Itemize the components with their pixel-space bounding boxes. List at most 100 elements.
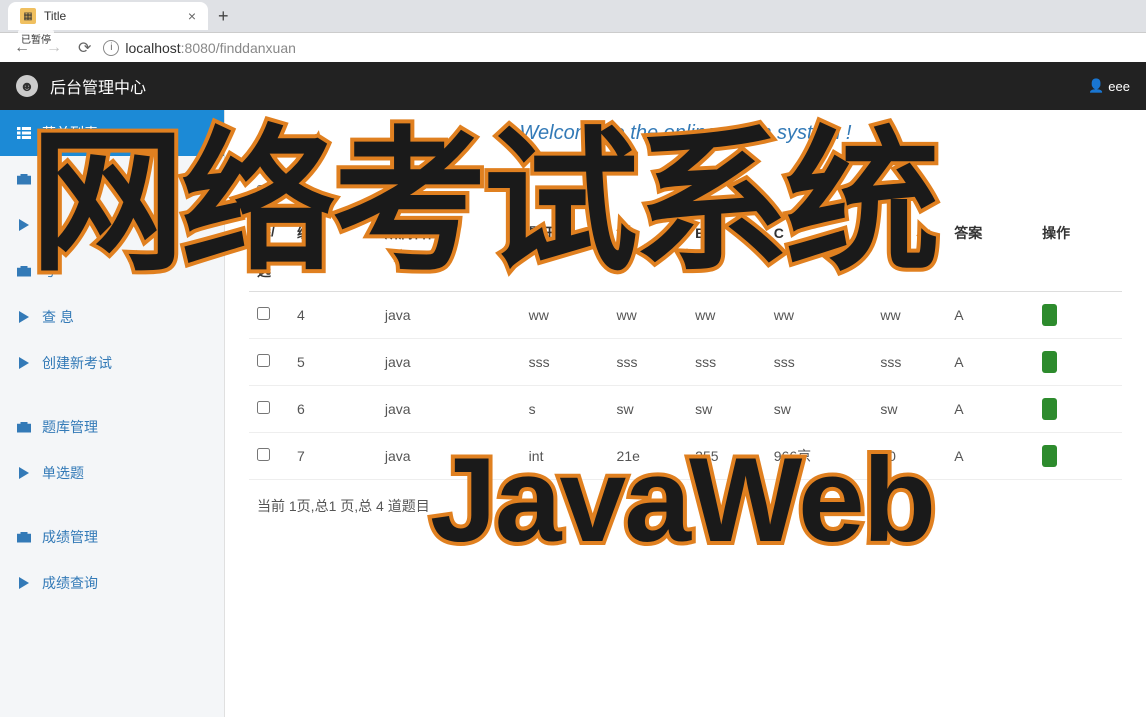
- question-table: 全选/反选 编号 所属科目 题干 A B C 答案 操作 4 java ww w…: [249, 175, 1122, 480]
- cell-id: 6: [289, 386, 377, 433]
- play-icon: [16, 577, 32, 589]
- browser-tab[interactable]: ▦ Title ×: [8, 2, 208, 30]
- cell-subject: java: [377, 386, 521, 433]
- sidebar-item-6[interactable]: 题库管理: [0, 404, 224, 450]
- sidebar-item-label: 题库管理: [42, 417, 98, 437]
- cell-answer: A: [946, 292, 1034, 339]
- welcome-text: Welcome to the online exam system !: [249, 122, 1122, 145]
- row-action-button[interactable]: [1042, 304, 1057, 326]
- row-checkbox[interactable]: [257, 401, 270, 414]
- sidebar-item-9[interactable]: 成绩查询: [0, 560, 224, 606]
- row-action-button[interactable]: [1042, 398, 1057, 420]
- reload-button[interactable]: ⟳: [74, 36, 95, 60]
- table-row: 4 java ww ww ww ww ww A: [249, 292, 1122, 339]
- username: eee: [1108, 79, 1130, 94]
- col-d: [872, 175, 946, 292]
- row-checkbox[interactable]: [257, 354, 270, 367]
- cell-a: 21e: [609, 433, 688, 480]
- cell-d: sss: [872, 339, 946, 386]
- sidebar-item-7[interactable]: 单选题: [0, 450, 224, 496]
- col-b: B: [687, 175, 766, 292]
- sidebar-item-label: 菜单列表: [42, 123, 98, 143]
- url-path: /finddanxuan: [216, 40, 296, 56]
- globe-icon: ☻: [16, 75, 38, 97]
- cell-subject: java: [377, 339, 521, 386]
- cell-id: 4: [289, 292, 377, 339]
- sidebar-item-label: 学: [42, 215, 56, 235]
- col-subject: 所属科目: [377, 175, 521, 292]
- browser-chrome: ▦ Title × + 已暂停 ← → ⟳ i localhost:8080/f…: [0, 0, 1146, 62]
- close-tab-icon[interactable]: ×: [188, 8, 196, 24]
- address-bar: ← → ⟳ i localhost:8080/finddanxuan: [0, 32, 1146, 62]
- url-input[interactable]: i localhost:8080/finddanxuan: [103, 40, 1136, 56]
- cell-id: 7: [289, 433, 377, 480]
- sidebar-item-label: 成绩查询: [42, 573, 98, 593]
- tab-title: Title: [44, 9, 66, 23]
- sidebar-item-label: 考: [42, 261, 56, 281]
- cell-stem: ww: [521, 292, 609, 339]
- cell-a: ww: [609, 292, 688, 339]
- col-id: 编号: [289, 175, 377, 292]
- row-checkbox[interactable]: [257, 307, 270, 320]
- briefcase-icon: [16, 266, 32, 277]
- sidebar-item-label: 创建新考试: [42, 353, 112, 373]
- cell-stem: sss: [521, 339, 609, 386]
- table-row: 6 java s sw sw sw sw A: [249, 386, 1122, 433]
- cell-b: 255: [687, 433, 766, 480]
- sidebar-item-label: 查 息: [42, 307, 74, 327]
- briefcase-icon: [16, 532, 32, 543]
- cell-subject: java: [377, 433, 521, 480]
- cell-a: sss: [609, 339, 688, 386]
- cell-answer: A: [946, 339, 1034, 386]
- briefcase-icon: [16, 422, 32, 433]
- cell-b: sw: [687, 386, 766, 433]
- cell-answer: A: [946, 386, 1034, 433]
- sidebar-item-8[interactable]: 成绩管理: [0, 514, 224, 560]
- favicon-icon: ▦: [20, 8, 36, 24]
- sidebar-item-2[interactable]: 学: [0, 202, 224, 248]
- play-icon: [16, 311, 32, 323]
- briefcase-icon: [16, 174, 32, 185]
- main-content: Welcome to the online exam system ! 全选/反…: [225, 110, 1146, 717]
- site-info-icon[interactable]: i: [103, 40, 119, 56]
- url-host: localhost: [125, 40, 180, 56]
- col-c: C: [766, 175, 873, 292]
- row-action-button[interactable]: [1042, 351, 1057, 373]
- sidebar-item-label: 成绩管理: [42, 527, 98, 547]
- sidebar-item-3[interactable]: 考: [0, 248, 224, 294]
- row-action-button[interactable]: [1042, 445, 1057, 467]
- cell-d: 10: [872, 433, 946, 480]
- col-a: A: [609, 175, 688, 292]
- play-icon: [16, 467, 32, 479]
- sidebar: 菜单列表系学考查 息创建新考试题库管理单选题成绩管理成绩查询: [0, 110, 225, 717]
- user-menu[interactable]: 👤 eee: [1088, 78, 1130, 94]
- cell-stem: s: [521, 386, 609, 433]
- cell-b: sss: [687, 339, 766, 386]
- sidebar-item-0[interactable]: 菜单列表: [0, 110, 224, 156]
- cell-id: 5: [289, 339, 377, 386]
- list-icon: [16, 127, 32, 139]
- cell-b: ww: [687, 292, 766, 339]
- select-all-checkbox[interactable]: [257, 185, 270, 198]
- url-port: :8080: [181, 40, 216, 56]
- new-tab-icon[interactable]: +: [208, 2, 239, 31]
- col-checkbox: 全选/反选: [249, 175, 289, 292]
- cell-c: ww: [766, 292, 873, 339]
- app-header: ☻ 后台管理中心 👤 eee: [0, 62, 1146, 110]
- col-answer: 答案: [946, 175, 1034, 292]
- sidebar-item-5[interactable]: 创建新考试: [0, 340, 224, 386]
- cell-c: sss: [766, 339, 873, 386]
- cell-subject: java: [377, 292, 521, 339]
- sidebar-item-label: 单选题: [42, 463, 84, 483]
- cell-a: sw: [609, 386, 688, 433]
- cell-d: ww: [872, 292, 946, 339]
- sidebar-item-1[interactable]: 系: [0, 156, 224, 202]
- play-icon: [16, 219, 32, 231]
- row-checkbox[interactable]: [257, 448, 270, 461]
- play-icon: [16, 357, 32, 369]
- sidebar-item-4[interactable]: 查 息: [0, 294, 224, 340]
- pause-badge: 已暂停: [18, 30, 54, 47]
- cell-c: sw: [766, 386, 873, 433]
- app-title: 后台管理中心: [50, 74, 146, 98]
- table-row: 5 java sss sss sss sss sss A: [249, 339, 1122, 386]
